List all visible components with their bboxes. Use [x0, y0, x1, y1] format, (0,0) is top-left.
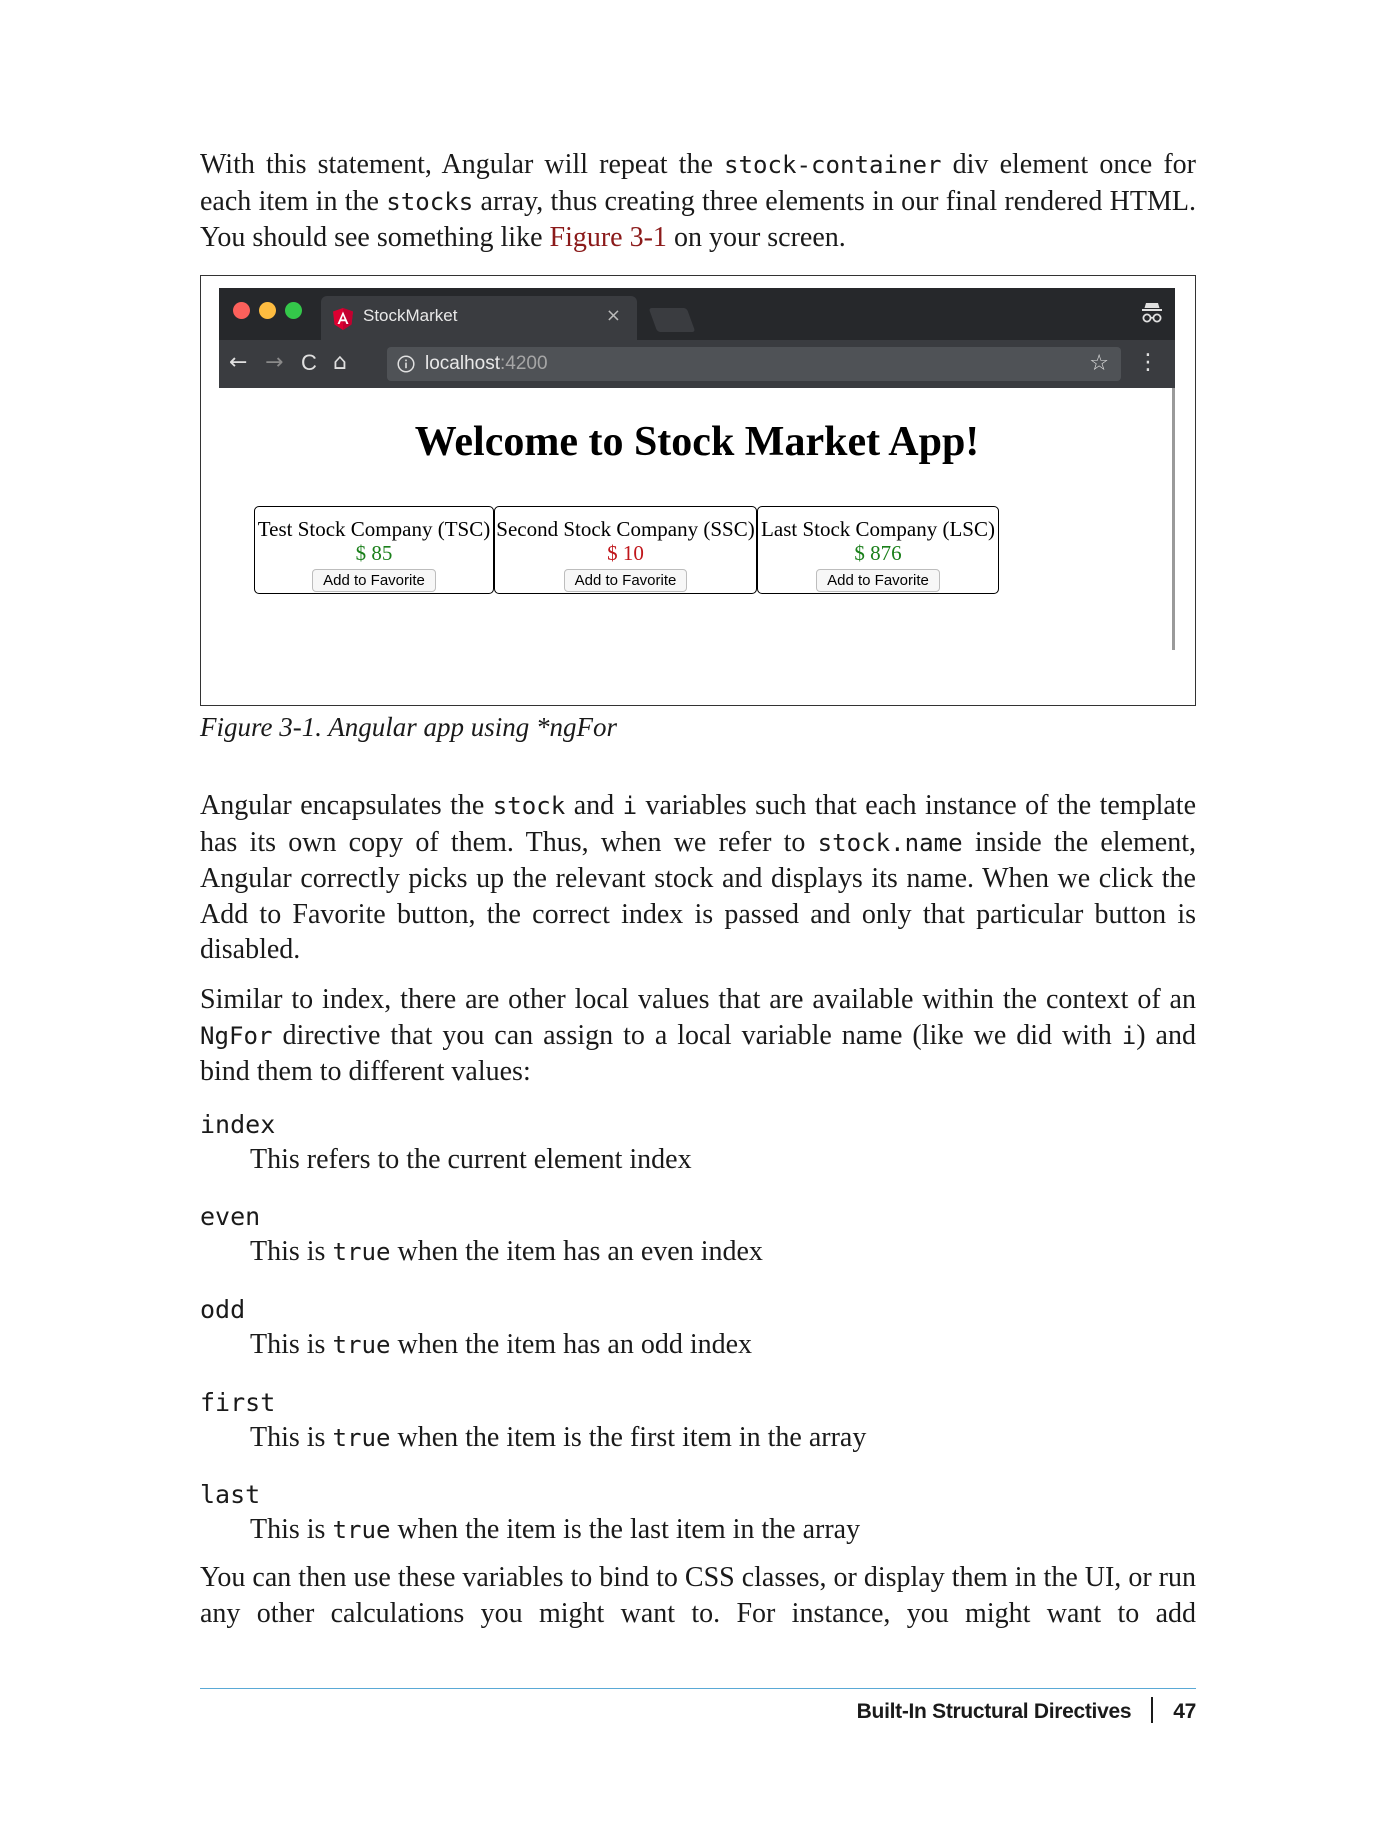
- home-icon[interactable]: ⌂: [333, 350, 347, 376]
- stock-card: Test Stock Company (TSC) $ 85 Add to Fav…: [254, 506, 494, 594]
- code-ngfor: NgFor: [200, 1021, 273, 1050]
- back-arrow-icon[interactable]: ←: [229, 350, 247, 376]
- app-title: Welcome to Stock Market App!: [414, 419, 980, 465]
- add-to-favorite-button[interactable]: Add to Favorite: [563, 569, 688, 592]
- code-stock: stock: [492, 792, 566, 820]
- browser-tab[interactable]: StockMarket ×: [321, 296, 637, 340]
- figure-reference-link[interactable]: Figure 3-1: [550, 222, 667, 253]
- stock-name: Test Stock Company (TSC): [257, 517, 491, 541]
- intro-text-1: With this statement, Angular will repeat…: [200, 149, 725, 180]
- footer-separator: [1151, 1697, 1154, 1723]
- browser-titlebar: StockMarket ×: [219, 288, 1175, 340]
- browser-window: StockMarket × ← → C ⌂ localhost:4200 ☆ ⋮…: [219, 288, 1175, 704]
- window-close-button[interactable]: [233, 302, 250, 319]
- page-number: 47: [1173, 1700, 1196, 1723]
- url-text: localhost:4200: [425, 353, 548, 375]
- definition-post: when the item is the last item in the ar…: [390, 1514, 861, 1545]
- body-paragraph: You can then use these variables to bind…: [200, 1562, 1196, 1629]
- definition-pre: This is: [250, 1236, 333, 1267]
- code-stock-container: stock-container: [724, 151, 942, 179]
- url-port: :4200: [500, 353, 548, 374]
- forward-arrow-icon[interactable]: →: [265, 350, 283, 376]
- stock-price: $ 876: [854, 541, 902, 565]
- para-text: and: [565, 790, 623, 821]
- angular-logo-icon: [333, 308, 353, 330]
- stock-name: Last Stock Company (LSC): [761, 517, 995, 541]
- code-stock-name: stock.name: [817, 828, 963, 857]
- definition-term: odd: [200, 1295, 246, 1324]
- stock-name: Second Stock Company (SSC): [496, 517, 755, 541]
- window-minimize-button[interactable]: [259, 302, 276, 319]
- definition-post: when the item is the first item in the a…: [390, 1422, 867, 1453]
- code-true: true: [332, 1238, 391, 1266]
- para-text: Angular encapsulates the: [200, 790, 493, 821]
- definition-text: This is true when the item has an odd in…: [250, 1329, 752, 1361]
- stock-card: Last Stock Company (LSC) $ 876 Add to Fa…: [757, 506, 999, 594]
- code-true: true: [332, 1331, 391, 1359]
- new-tab-button[interactable]: [648, 308, 696, 332]
- add-to-favorite-button[interactable]: Add to Favorite: [816, 569, 940, 592]
- definition-pre: This is: [250, 1514, 333, 1545]
- definition-term: last: [200, 1480, 261, 1509]
- intro-paragraph: With this statement, Angular will repeat…: [200, 147, 1196, 256]
- tab-title: StockMarket: [363, 306, 458, 325]
- reload-icon[interactable]: C: [301, 350, 317, 376]
- info-icon[interactable]: [397, 355, 415, 373]
- definition-text: This is true when the item is the first …: [250, 1422, 866, 1454]
- stock-card: Second Stock Company (SSC) $ 10 Add to F…: [494, 506, 757, 594]
- definition-post: when the item has an even index: [390, 1236, 763, 1267]
- incognito-icon: [1142, 303, 1162, 323]
- definition-pre: This is: [250, 1329, 333, 1360]
- para-text: Similar to index, there are other local …: [200, 984, 1196, 1015]
- body-paragraph: Similar to index, there are other local …: [200, 982, 1196, 1090]
- intro-text-4: on your screen.: [666, 222, 846, 253]
- code-true: true: [332, 1516, 391, 1544]
- code-i: i: [622, 792, 638, 820]
- definition-term: even: [200, 1202, 261, 1231]
- add-to-favorite-button[interactable]: Add to Favorite: [312, 569, 436, 592]
- footer-rule: [200, 1688, 1196, 1689]
- definition-text: This refers to the current element index: [250, 1144, 692, 1176]
- code-i: i: [1121, 1021, 1137, 1050]
- bookmark-star-icon[interactable]: ☆: [1089, 351, 1109, 376]
- book-page: With this statement, Angular will repeat…: [0, 0, 1400, 1838]
- definition-text: This is true when the item has an even i…: [250, 1236, 763, 1268]
- browser-toolbar: ← → C ⌂ localhost:4200 ☆ ⋮: [219, 340, 1175, 388]
- definition-term: index: [200, 1110, 276, 1139]
- stock-price: $ 10: [607, 541, 644, 565]
- url-host: localhost: [425, 353, 500, 374]
- body-paragraph: Angular encapsulates the stock and i var…: [200, 788, 1196, 968]
- page-footer: Built-In Structural Directives 47: [857, 1697, 1196, 1724]
- definition-term: first: [200, 1388, 276, 1417]
- code-true: true: [332, 1424, 391, 1452]
- running-footer-title: Built-In Structural Directives: [856, 1700, 1132, 1723]
- para-text: directive that you can assign to a local…: [272, 1019, 1122, 1051]
- stock-price: $ 85: [355, 541, 393, 565]
- figure-frame: StockMarket × ← → C ⌂ localhost:4200 ☆ ⋮…: [200, 275, 1196, 706]
- definition-pre: This is: [250, 1422, 333, 1453]
- browser-viewport: Welcome to Stock Market App! Test Stock …: [219, 388, 1175, 704]
- address-bar[interactable]: localhost:4200 ☆: [387, 347, 1121, 381]
- code-stocks: stocks: [386, 187, 474, 216]
- definition-post: when the item has an odd index: [390, 1329, 753, 1360]
- browser-menu-icon[interactable]: ⋮: [1137, 348, 1159, 378]
- tab-close-icon[interactable]: ×: [606, 305, 621, 326]
- window-maximize-button[interactable]: [285, 302, 302, 319]
- definition-text: This is true when the item is the last i…: [250, 1514, 860, 1546]
- figure-caption: Figure 3-1. Angular app using *ngFor: [200, 712, 617, 742]
- definition-pre: This refers to the current element index: [250, 1144, 692, 1175]
